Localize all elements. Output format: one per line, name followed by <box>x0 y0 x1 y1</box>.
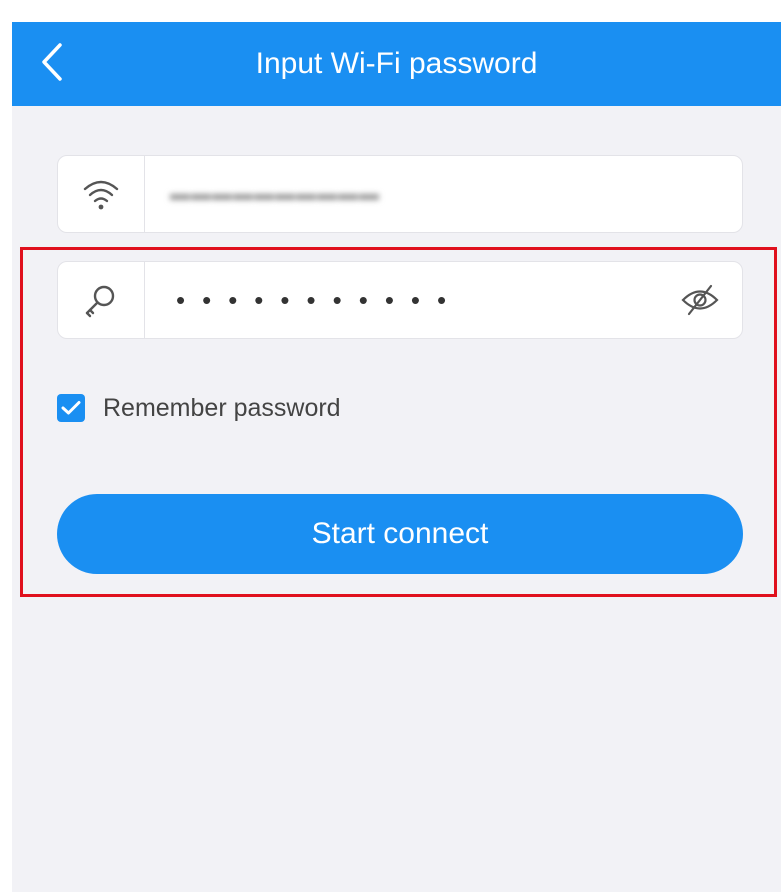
page-title: Input Wi-Fi password <box>255 47 538 80</box>
wifi-password-screen: Input Wi-Fi password ▬▬▬▬▬▬▬▬▬▬ ••••••••… <box>12 22 781 892</box>
password-input[interactable]: ••••••••••• <box>176 280 463 320</box>
ssid-field[interactable]: ▬▬▬▬▬▬▬▬▬▬ <box>57 155 743 233</box>
key-icon <box>85 285 115 318</box>
ssid-icon-cell <box>58 156 145 232</box>
remember-label: Remember password <box>103 393 341 422</box>
start-connect-button[interactable]: Start connect <box>57 494 743 574</box>
password-visibility-toggle[interactable] <box>680 280 720 320</box>
wifi-icon <box>83 180 119 210</box>
eye-off-icon <box>681 284 719 316</box>
remember-password-option[interactable]: Remember password <box>57 388 341 428</box>
checkmark-icon <box>61 401 81 415</box>
password-icon-cell <box>58 262 145 338</box>
remember-checkbox[interactable] <box>57 394 85 422</box>
app-header: Input Wi-Fi password <box>12 22 781 106</box>
password-field[interactable]: ••••••••••• <box>57 261 743 339</box>
ssid-value: ▬▬▬▬▬▬▬▬▬▬ <box>170 183 380 205</box>
